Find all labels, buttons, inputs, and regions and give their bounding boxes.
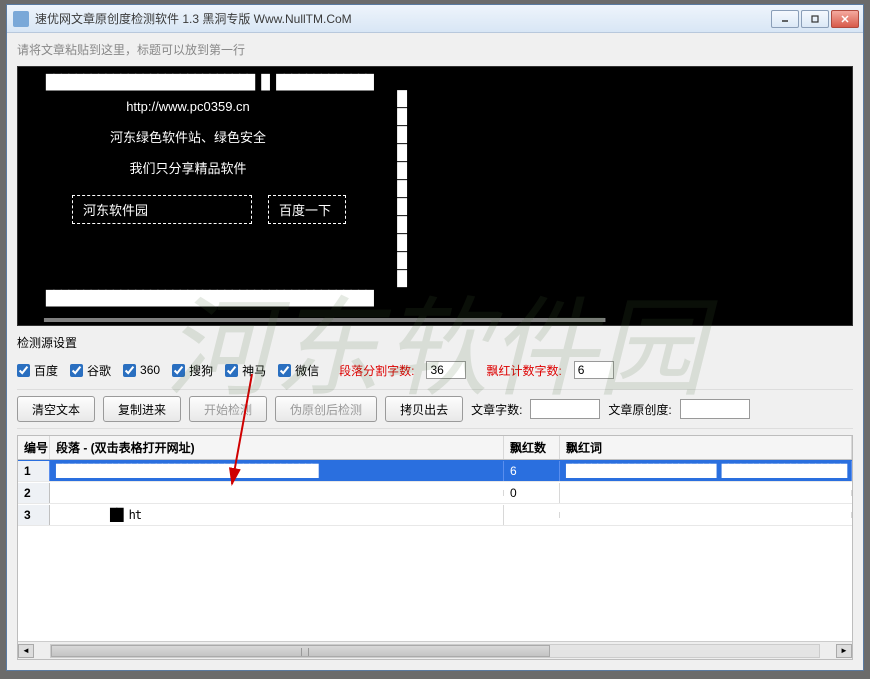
window-title: 速优网文章原创度检测软件 1.3 黑洞专版 Www.NullTM.CoM (35, 10, 771, 27)
redcount-input[interactable] (574, 361, 614, 379)
editor-placeholder: 请将文章粘贴到这里，标题可以放到第一行 (17, 39, 853, 60)
clear-button[interactable]: 清空文本 (17, 396, 95, 422)
wordcount-label: 文章字数: (471, 401, 522, 418)
checkbox-360[interactable]: 360 (123, 363, 160, 377)
redcount-label: 飘红计数字数: (486, 362, 561, 379)
original-label: 文章原创度: (608, 401, 671, 418)
editor-url: http://www.pc0359.cn (18, 91, 358, 122)
scroll-right-button[interactable]: ► (836, 644, 852, 658)
horizontal-scrollbar[interactable]: ◄ ► (18, 641, 852, 659)
editor-line1: 河东绿色软件站、绿色安全 (18, 122, 358, 153)
scroll-thumb[interactable] (51, 645, 550, 657)
checkbox-weixin-input[interactable] (278, 364, 291, 377)
text-editor[interactable]: ████████████████████████████ █ █████████… (17, 66, 853, 326)
th-red[interactable]: 飘红数 (504, 436, 560, 459)
main-window: 速优网文章原创度检测软件 1.3 黑洞专版 Www.NullTM.CoM 请将文… (6, 4, 864, 671)
hash-extra-line: ════════════════════════════════════════… (44, 313, 604, 326)
checkbox-shenma-input[interactable] (225, 364, 238, 377)
copyin-button[interactable]: 复制进来 (103, 396, 181, 422)
start-button[interactable]: 开始检测 (189, 396, 267, 422)
box-sitename[interactable]: 河东软件园 (72, 195, 252, 224)
original-field[interactable] (680, 399, 750, 419)
source-settings-label: 检测源设置 (17, 334, 853, 351)
th-redw[interactable]: 飘红词 (560, 436, 852, 459)
app-icon (13, 11, 29, 27)
maximize-button[interactable] (801, 10, 829, 28)
checkbox-360-input[interactable] (123, 364, 136, 377)
checkbox-row: 百度 谷歌 360 搜狗 神马 微信 段落分割字数: 飘红计数字数: (17, 357, 853, 383)
scroll-track[interactable] (50, 644, 820, 658)
table-row[interactable]: 3 ██ ht (18, 504, 852, 526)
checkbox-google-input[interactable] (70, 364, 83, 377)
close-button[interactable] (831, 10, 859, 28)
results-table: 编号 段落 - (双击表格打开网址) 飘红数 飘红词 1 ███████████… (17, 435, 853, 660)
checkbox-shenma[interactable]: 神马 (225, 362, 266, 379)
th-para[interactable]: 段落 - (双击表格打开网址) (50, 436, 504, 459)
checkbox-sogou-input[interactable] (172, 364, 185, 377)
hash-border-top: ████████████████████████████ █ █████████… (46, 75, 373, 91)
checkbox-baidu-input[interactable] (17, 364, 30, 377)
titlebar[interactable]: 速优网文章原创度检测软件 1.3 黑洞专版 Www.NullTM.CoM (7, 5, 863, 33)
window-controls (771, 10, 859, 28)
table-row[interactable]: 1 ██████████████████████████████████████… (18, 460, 852, 482)
checkbox-weixin[interactable]: 微信 (278, 362, 319, 379)
content-area: 请将文章粘贴到这里，标题可以放到第一行 ████████████████████… (7, 33, 863, 670)
hash-border-right: ███████████ (397, 89, 407, 287)
button-row: 清空文本 复制进来 开始检测 伪原创后检测 拷贝出去 文章字数: 文章原创度: (17, 389, 853, 429)
checkbox-google[interactable]: 谷歌 (70, 362, 111, 379)
box-baidu[interactable]: 百度一下 (268, 195, 346, 224)
checkbox-sogou[interactable]: 搜狗 (172, 362, 213, 379)
checkbox-baidu[interactable]: 百度 (17, 362, 58, 379)
th-num[interactable]: 编号 (18, 436, 50, 459)
table-body[interactable]: 1 ██████████████████████████████████████… (18, 460, 852, 641)
minimize-button[interactable] (771, 10, 799, 28)
editor-line2: 我们只分享精品软件 (18, 153, 358, 184)
segment-input[interactable] (426, 361, 466, 379)
segment-label: 段落分割字数: (339, 362, 414, 379)
scroll-left-button[interactable]: ◄ (18, 644, 34, 658)
wordcount-field[interactable] (530, 399, 600, 419)
hash-border-bottom: ████████████████████████████████████████… (46, 291, 373, 307)
table-header: 编号 段落 - (双击表格打开网址) 飘红数 飘红词 (18, 436, 852, 460)
copyout-button[interactable]: 拷贝出去 (385, 396, 463, 422)
editor-boxes: 河东软件园 百度一下 (72, 195, 852, 224)
fake-button[interactable]: 伪原创后检测 (275, 396, 377, 422)
table-row[interactable]: 2 0 (18, 482, 852, 504)
